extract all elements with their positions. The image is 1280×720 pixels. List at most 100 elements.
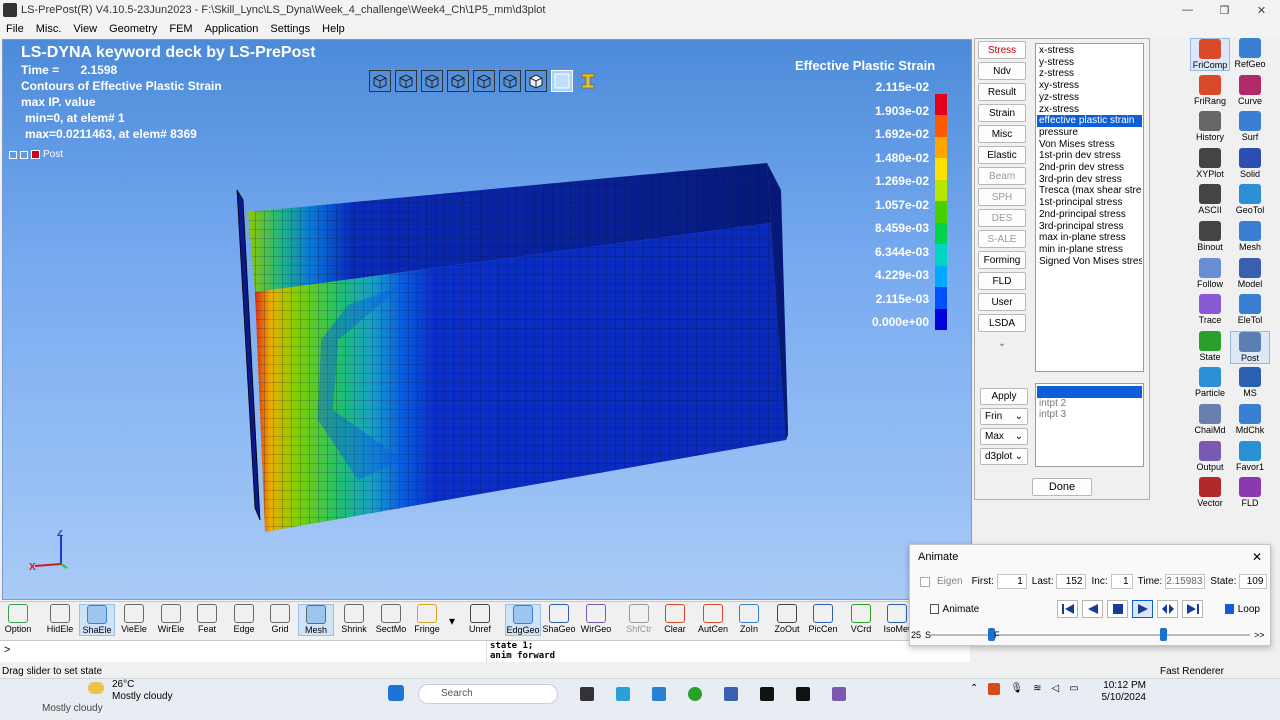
- toolbar-shfctr-button[interactable]: ShfCtr: [621, 604, 657, 634]
- list-item[interactable]: yz-stress: [1037, 92, 1142, 104]
- state-slider-track[interactable]: [930, 634, 1250, 636]
- list-item[interactable]: 1st-principal stress: [1037, 197, 1142, 209]
- last-field[interactable]: 152: [1056, 574, 1087, 589]
- toolbar-feat-button[interactable]: Feat: [189, 604, 225, 634]
- list-item[interactable]: min in-plane stress: [1037, 244, 1142, 256]
- app-xyplot-button[interactable]: XYPlot: [1190, 147, 1230, 179]
- step-back-button[interactable]: [1082, 600, 1104, 618]
- command-prompt[interactable]: >: [4, 644, 10, 656]
- list-item[interactable]: pressure: [1037, 127, 1142, 139]
- toolbar-piccen-button[interactable]: PicCen: [805, 604, 841, 634]
- app-solid-button[interactable]: Solid: [1230, 147, 1270, 179]
- list-item[interactable]: z-stress: [1037, 68, 1142, 80]
- list-item[interactable]: intpt 2: [1037, 398, 1142, 410]
- app-fricomp-button[interactable]: FriComp: [1190, 38, 1230, 71]
- list-item[interactable]: zx-stress: [1037, 104, 1142, 116]
- menu-application[interactable]: Application: [205, 23, 259, 35]
- toolbar-unref-button[interactable]: Unref: [462, 604, 498, 634]
- app-follow-button[interactable]: Follow: [1190, 257, 1230, 289]
- menu-view[interactable]: View: [73, 23, 97, 35]
- fringe-lsda-button[interactable]: LSDA: [978, 314, 1026, 332]
- app-trace-button[interactable]: Trace: [1190, 294, 1230, 325]
- edge-icon[interactable]: [652, 687, 666, 701]
- first-field[interactable]: 1: [996, 574, 1027, 589]
- state-slider-thumb[interactable]: [1160, 628, 1168, 641]
- battery-icon[interactable]: ▭: [1069, 683, 1078, 695]
- taskview-icon[interactable]: [580, 687, 594, 701]
- app-icon[interactable]: [832, 687, 846, 701]
- eigen-checkbox[interactable]: [920, 576, 930, 587]
- app-eletol-button[interactable]: EleTol: [1230, 294, 1270, 325]
- app-binout-button[interactable]: Binout: [1190, 221, 1230, 252]
- tray-app-icon[interactable]: [988, 683, 1001, 695]
- toolbar-edge-button[interactable]: Edge: [226, 604, 262, 634]
- toolbar-zoin-button[interactable]: ZoIn: [731, 604, 767, 634]
- app-surf-button[interactable]: Surf: [1230, 111, 1270, 142]
- play-button[interactable]: [1132, 600, 1154, 618]
- chevron-down-icon[interactable]: ⌄: [978, 338, 1026, 349]
- fringe-des-button[interactable]: DES: [978, 209, 1026, 227]
- list-item[interactable]: y-stress: [1037, 57, 1142, 69]
- fringe-s-ale-button[interactable]: S-ALE: [978, 230, 1026, 248]
- toolbar-option-button[interactable]: Option: [0, 604, 36, 634]
- toolbar-wirele-button[interactable]: WirEle: [153, 604, 189, 634]
- maximize-button[interactable]: ❐: [1206, 0, 1243, 20]
- list-item[interactable]: effective plastic strain: [1037, 115, 1142, 127]
- state-field[interactable]: 109: [1239, 574, 1268, 589]
- app-curve-button[interactable]: Curve: [1230, 74, 1270, 106]
- explorer-icon[interactable]: [616, 687, 630, 701]
- fringe-result-button[interactable]: Result: [978, 83, 1026, 101]
- start-icon[interactable]: [388, 685, 404, 701]
- list-item[interactable]: intpt 3: [1037, 409, 1142, 421]
- tray-chevron-icon[interactable]: ⌃: [970, 683, 978, 695]
- menu-file[interactable]: File: [6, 23, 24, 35]
- fringe-component-list[interactable]: x-stress y-stress z-stress xy-stress yz-stre…: [1035, 43, 1144, 372]
- app-history-button[interactable]: History: [1190, 111, 1230, 142]
- app-particle-button[interactable]: Particle: [1190, 367, 1230, 398]
- app-state-button[interactable]: State: [1190, 330, 1230, 362]
- toolbar-shaele-button[interactable]: ShaEle: [79, 604, 115, 636]
- source-select[interactable]: d3plot ⌄: [980, 448, 1028, 465]
- app-model-button[interactable]: Model: [1230, 257, 1270, 289]
- last-frame-button[interactable]: [1182, 600, 1204, 618]
- toolbar-clear-button[interactable]: Clear: [657, 604, 693, 634]
- close-icon[interactable]: ✕: [1252, 550, 1262, 564]
- scroll-right-icon[interactable]: >>: [1254, 630, 1265, 640]
- list-item[interactable]: Von Mises stress: [1037, 139, 1142, 151]
- lsp-icon[interactable]: [760, 687, 774, 701]
- done-button[interactable]: Done: [1032, 478, 1092, 496]
- menu-geometry[interactable]: Geometry: [109, 23, 157, 35]
- list-item[interactable]: 3rd-prin dev stress: [1037, 174, 1142, 186]
- app-ms-button[interactable]: MS: [1230, 367, 1270, 398]
- app-post-button[interactable]: Post: [1230, 330, 1270, 364]
- toolbar-shageo-button[interactable]: ShaGeo: [541, 604, 577, 634]
- taskbar-search[interactable]: Search: [418, 684, 558, 704]
- list-item[interactable]: xy-stress: [1037, 80, 1142, 92]
- toolbar-edggeo-button[interactable]: EdgGeo: [505, 604, 541, 636]
- toolbar-shrink-button[interactable]: Shrink: [336, 604, 372, 634]
- apply-button[interactable]: Apply: [980, 388, 1028, 405]
- fringe-stress-button[interactable]: Stress: [978, 41, 1026, 59]
- list-item[interactable]: Tresca (max shear stre: [1037, 185, 1142, 197]
- graphics-viewport[interactable]: LS-DYNA keyword deck by LS-PrePost Time …: [2, 39, 972, 600]
- fringe-dropdown-icon[interactable]: ▾: [449, 614, 455, 628]
- app-icon[interactable]: [724, 687, 738, 701]
- fringe-misc-button[interactable]: Misc: [978, 125, 1026, 143]
- stop-button[interactable]: [1107, 600, 1129, 618]
- loop-checkbox[interactable]: [1225, 604, 1234, 614]
- animate-checkbox[interactable]: [930, 604, 939, 614]
- toolbar-fringe-button[interactable]: Fringe: [409, 604, 445, 634]
- app-vector-button[interactable]: Vector: [1190, 477, 1230, 508]
- app-geotol-button[interactable]: GeoTol: [1230, 184, 1270, 215]
- fringe-select[interactable]: Frin ⌄: [980, 408, 1028, 425]
- clock[interactable]: 10:12 PM 5/10/2024: [1100, 680, 1147, 704]
- value-select[interactable]: Max ⌄: [980, 428, 1028, 445]
- fringe-elastic-button[interactable]: Elastic: [978, 146, 1026, 164]
- fringe-user-button[interactable]: User: [978, 293, 1026, 311]
- toolbar-mesh-button[interactable]: Mesh: [298, 604, 334, 636]
- app-ascii-button[interactable]: ASCII: [1190, 184, 1230, 215]
- list-item[interactable]: 2nd-prin dev stress: [1037, 162, 1142, 174]
- toolbar-sectmo-button[interactable]: SectMo: [373, 604, 409, 634]
- menu-misc[interactable]: Misc.: [36, 23, 62, 35]
- first-frame-button[interactable]: [1057, 600, 1079, 618]
